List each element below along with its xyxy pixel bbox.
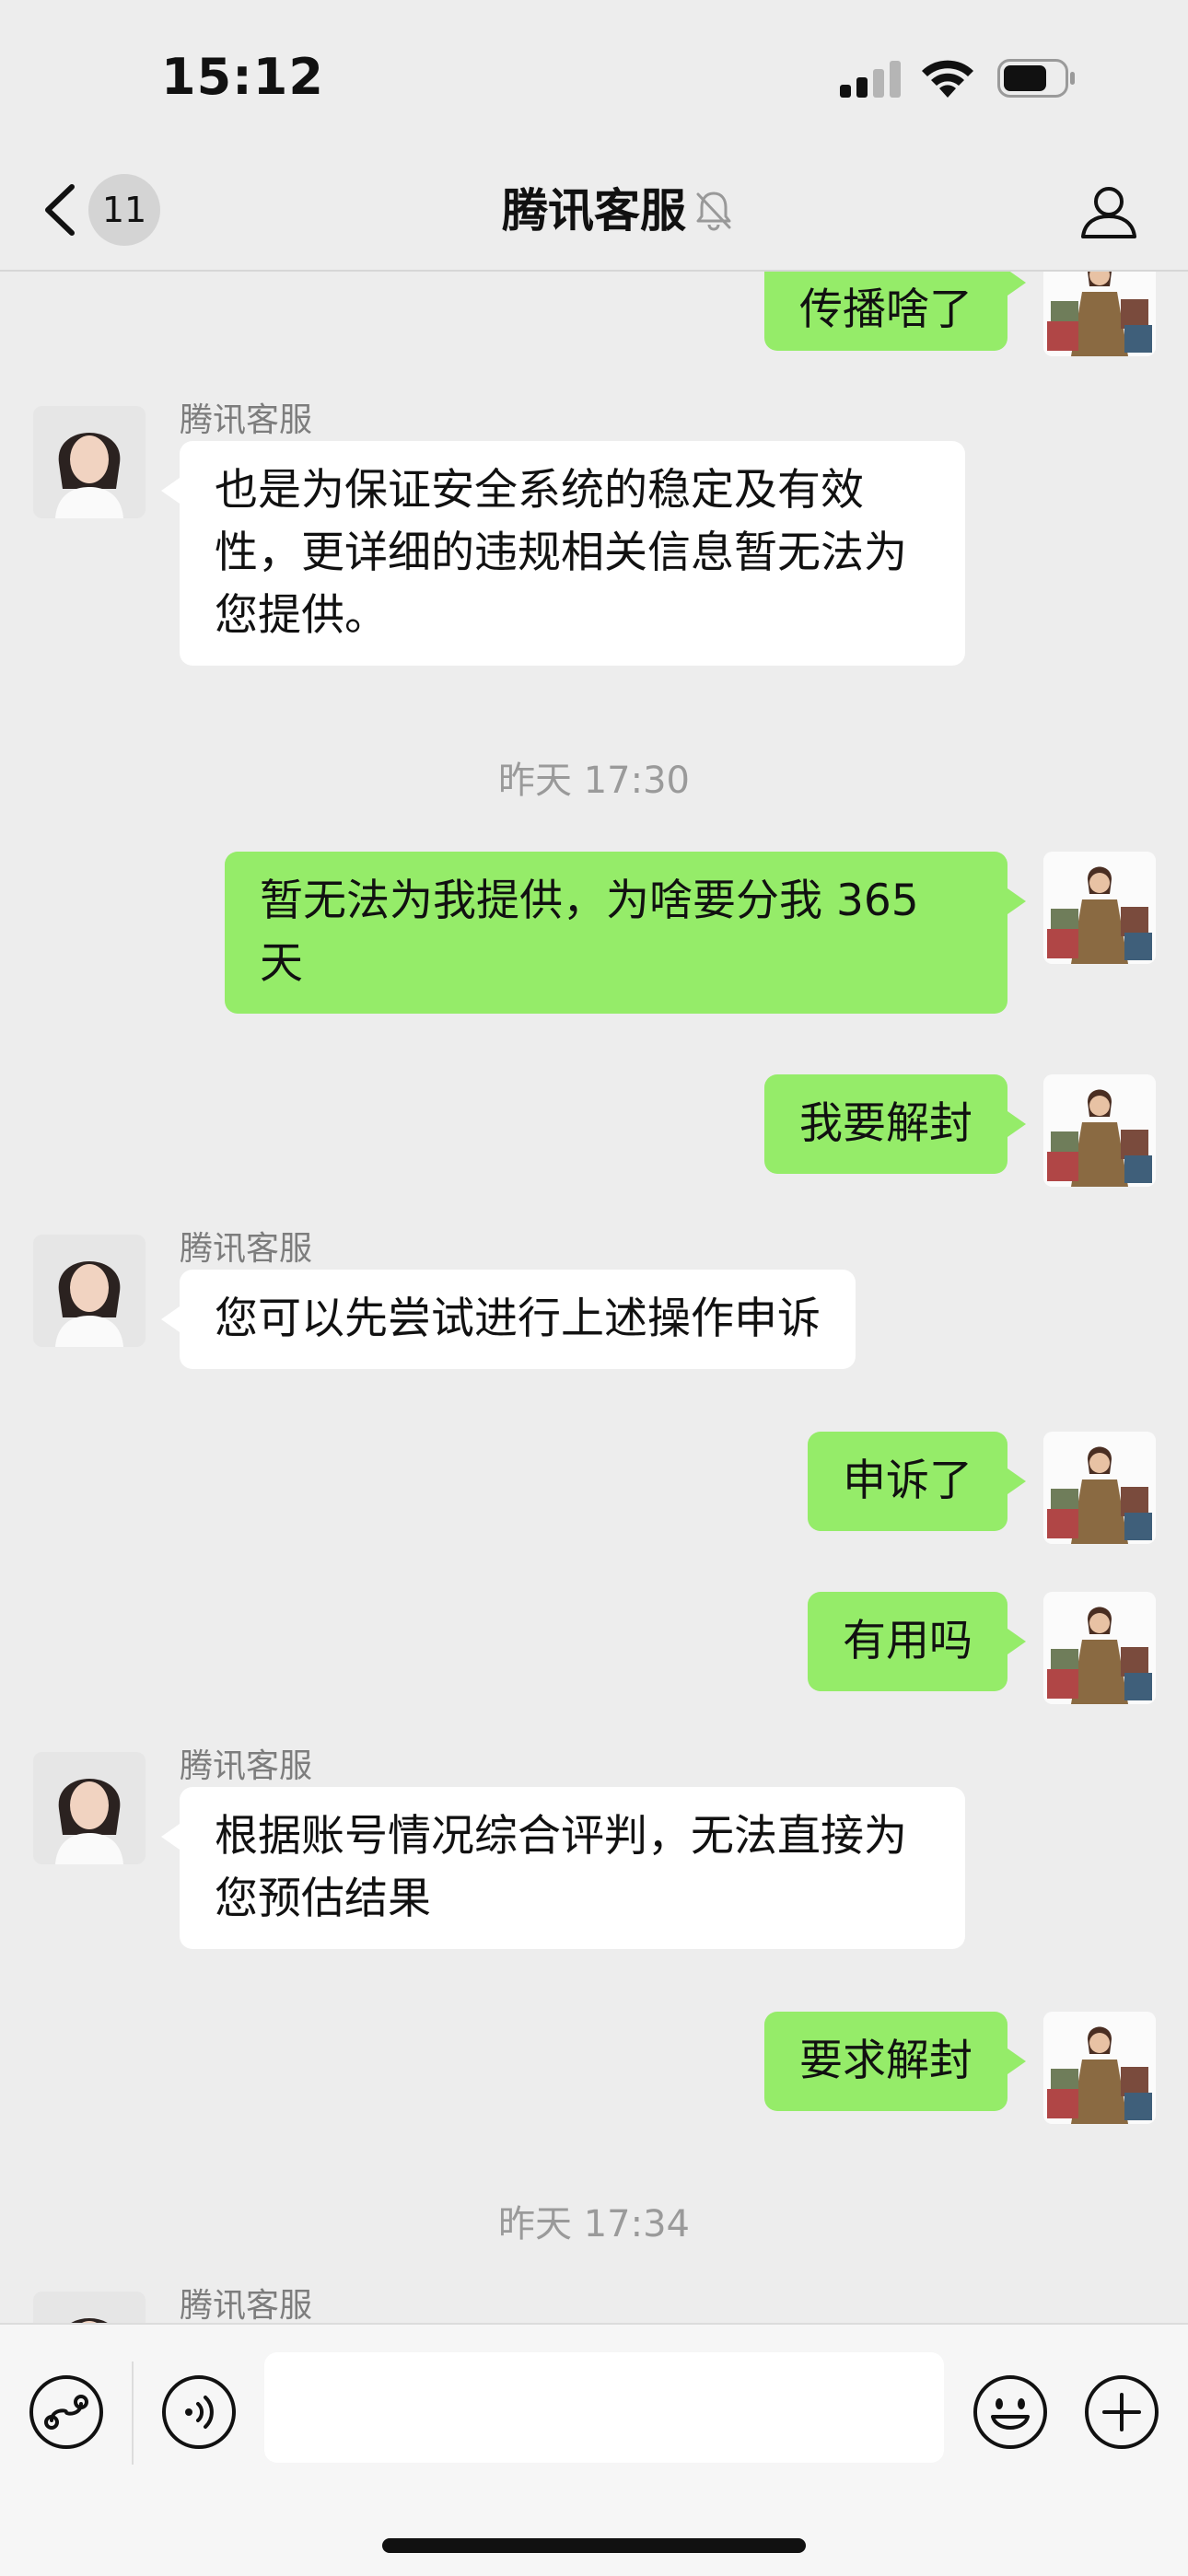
status-bar: 15:12 — [0, 0, 1188, 152]
cellular-signal-icon — [840, 61, 901, 98]
sender-name: 腾讯客服 — [180, 1230, 313, 1268]
user-avatar[interactable] — [1043, 1592, 1156, 1704]
service-agent-avatar[interactable] — [33, 1752, 146, 1864]
timestamp: 昨天 17:34 — [498, 2203, 690, 2245]
incoming-message[interactable]: 您可以先尝试进行上述操作申诉 — [161, 1270, 856, 1369]
user-avatar[interactable] — [1043, 1432, 1156, 1544]
status-time: 15:12 — [161, 48, 324, 106]
incoming-message[interactable]: 根据账号情况综合评判，无法直接为您预估结果 — [161, 1787, 965, 1949]
chat-title: 腾讯客服 — [502, 184, 686, 238]
user-avatar[interactable] — [1043, 270, 1156, 356]
wifi-icon — [922, 60, 973, 98]
plus-icon[interactable] — [1082, 2373, 1161, 2452]
service-agent-avatar[interactable] — [33, 2292, 146, 2323]
sender-name: 腾讯客服 — [180, 2287, 313, 2323]
outgoing-message[interactable]: 要求解封 — [764, 2012, 1026, 2111]
incoming-message[interactable]: 也是为保证安全系统的稳定及有效性，更详细的违规相关信息暂无法为您提供。 — [161, 441, 965, 666]
sender-name: 腾讯客服 — [180, 1747, 313, 1785]
message-list[interactable]: 传播啥了 腾讯客服 也是为保证安全系统的稳定及有效性，更详细的违规相关信息暂无法… — [0, 270, 1188, 2323]
mini-program-link-icon[interactable] — [27, 2373, 106, 2452]
user-avatar[interactable] — [1043, 1074, 1156, 1187]
input-divider — [132, 2361, 134, 2465]
timestamp: 昨天 17:30 — [498, 760, 690, 802]
battery-icon — [997, 59, 1075, 98]
outgoing-message[interactable]: 传播啥了 — [764, 270, 1026, 351]
contact-person-icon[interactable] — [1077, 180, 1140, 242]
outgoing-message[interactable]: 申诉了 — [808, 1432, 1026, 1531]
user-avatar[interactable] — [1043, 2012, 1156, 2124]
service-agent-avatar[interactable] — [33, 406, 146, 518]
outgoing-message[interactable]: 暂无法为我提供，为啥要分我 365 天 — [225, 852, 1026, 1014]
outgoing-message[interactable]: 我要解封 — [764, 1074, 1026, 1174]
home-indicator[interactable] — [382, 2538, 806, 2553]
outgoing-message[interactable]: 有用吗 — [808, 1592, 1026, 1691]
sender-name: 腾讯客服 — [180, 401, 313, 439]
emoji-icon[interactable] — [971, 2373, 1050, 2452]
service-agent-avatar[interactable] — [33, 1235, 146, 1347]
voice-icon[interactable] — [159, 2373, 239, 2452]
mute-bell-icon — [696, 191, 731, 231]
chat-header: 11 腾讯客服 — [0, 152, 1188, 272]
user-avatar[interactable] — [1043, 852, 1156, 964]
message-input[interactable] — [264, 2352, 944, 2463]
